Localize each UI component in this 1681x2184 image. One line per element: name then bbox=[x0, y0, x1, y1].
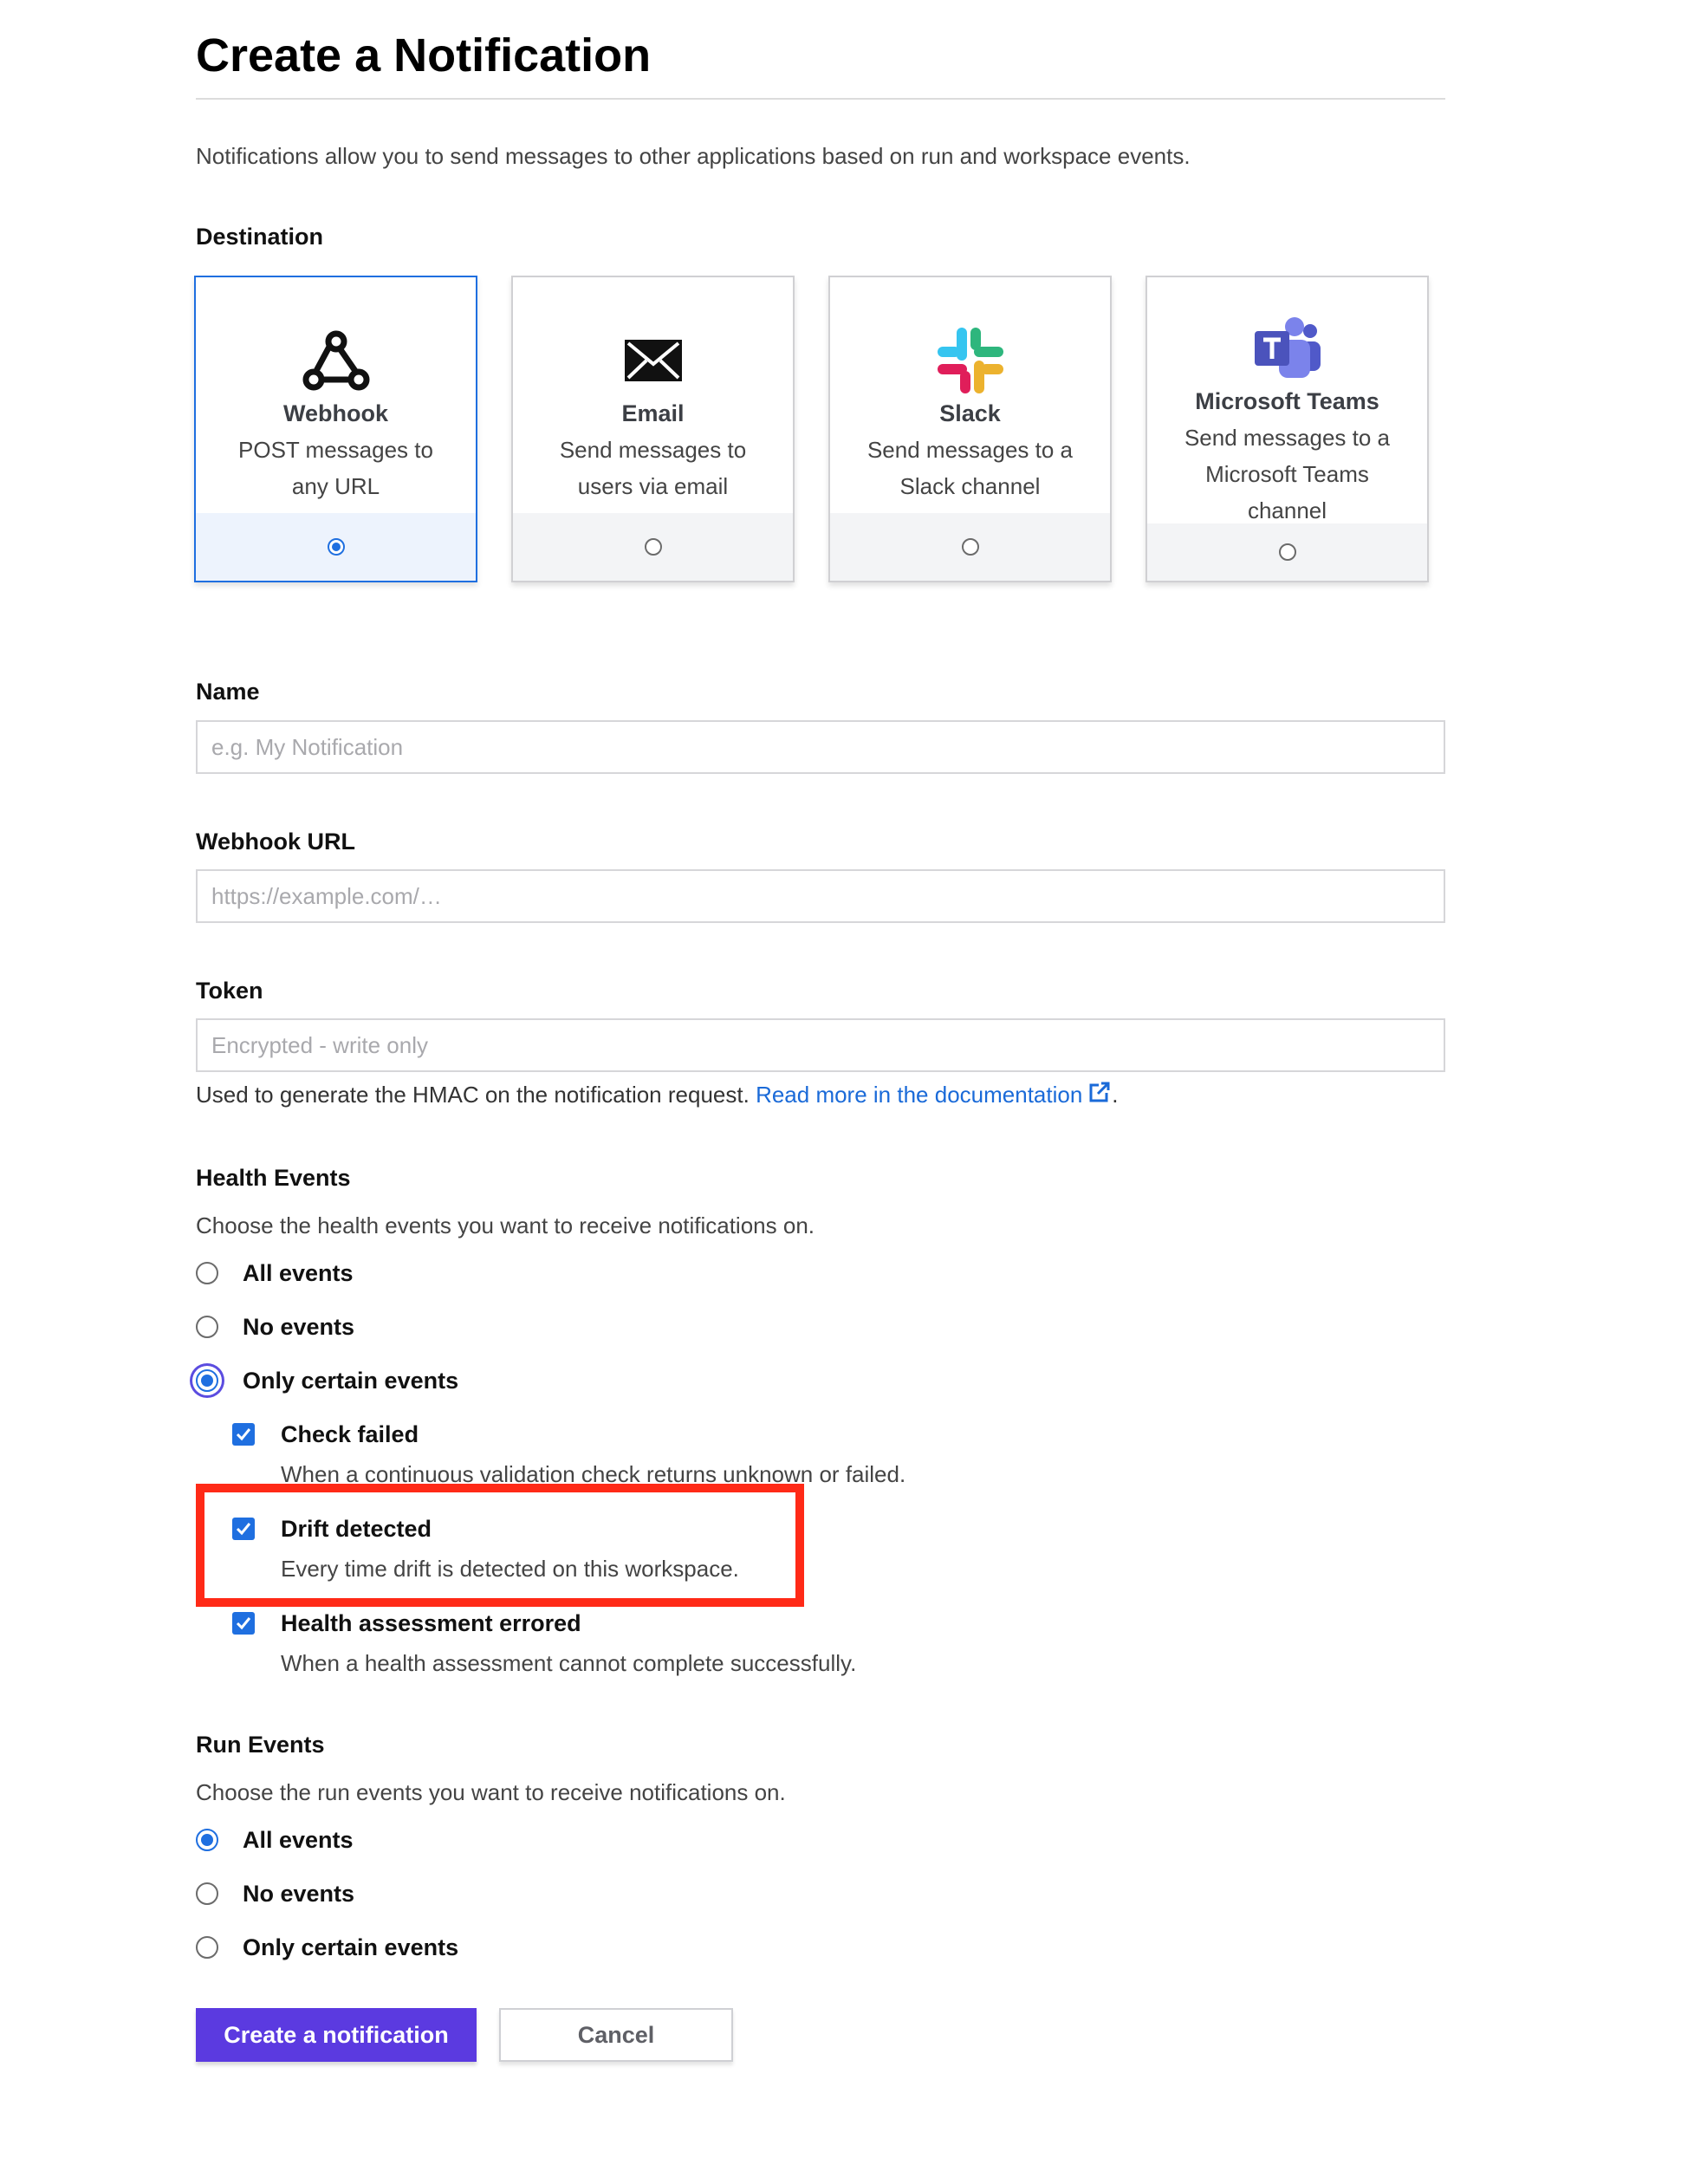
slack-icon bbox=[830, 324, 1110, 397]
documentation-link[interactable]: Read more in the documentation bbox=[756, 1082, 1112, 1108]
health-events-heading: Health Events bbox=[196, 1165, 351, 1191]
cancel-button[interactable]: Cancel bbox=[499, 2008, 733, 2062]
destination-card-teams[interactable]: Microsoft Teams Send messages to a Micro… bbox=[1146, 276, 1429, 582]
run-events-description: Choose the run events you want to receiv… bbox=[196, 1779, 786, 1805]
health-option-none[interactable]: No events bbox=[196, 1310, 354, 1344]
microsoft-teams-icon bbox=[1147, 312, 1427, 385]
card-title: Slack bbox=[939, 400, 1001, 426]
card-title: Webhook bbox=[283, 400, 388, 426]
token-label: Token bbox=[196, 978, 263, 1004]
card-description: POST messages to any URL bbox=[238, 437, 433, 499]
webhook-url-input[interactable] bbox=[196, 869, 1445, 923]
checkbox-checked-icon[interactable] bbox=[232, 1423, 255, 1446]
page-title: Create a Notification bbox=[196, 29, 652, 81]
health-none-radio[interactable] bbox=[196, 1316, 218, 1338]
run-only-certain-radio[interactable] bbox=[196, 1936, 218, 1959]
run-option-none[interactable]: No events bbox=[196, 1876, 354, 1911]
envelope-icon bbox=[513, 324, 793, 397]
page-intro: Notifications allow you to send messages… bbox=[196, 143, 1191, 169]
checkbox-health-assessment-errored[interactable]: Health assessment errored bbox=[232, 1606, 581, 1641]
checkbox-check-failed[interactable]: Check failed bbox=[232, 1417, 419, 1452]
title-divider bbox=[196, 98, 1445, 100]
webhook-url-label: Webhook URL bbox=[196, 829, 355, 855]
card-description: Send messages to a Slack channel bbox=[866, 437, 1074, 499]
token-help: Used to generate the HMAC on the notific… bbox=[196, 1077, 1119, 1114]
health-option-only-certain[interactable]: Only certain events bbox=[196, 1363, 458, 1398]
webhook-radio[interactable] bbox=[327, 538, 345, 556]
slack-radio[interactable] bbox=[961, 538, 979, 556]
destination-card-slack[interactable]: Slack Send messages to a Slack channel bbox=[828, 276, 1112, 582]
run-all-radio[interactable] bbox=[196, 1829, 218, 1851]
token-input[interactable] bbox=[196, 1018, 1445, 1072]
health-option-all[interactable]: All events bbox=[196, 1256, 354, 1290]
health-all-radio[interactable] bbox=[196, 1262, 218, 1284]
teams-radio[interactable] bbox=[1278, 543, 1296, 561]
health-only-certain-radio[interactable] bbox=[196, 1369, 218, 1392]
external-link-icon bbox=[1087, 1079, 1112, 1114]
run-events-heading: Run Events bbox=[196, 1732, 325, 1758]
health-events-description: Choose the health events you want to rec… bbox=[196, 1212, 815, 1238]
run-option-all[interactable]: All events bbox=[196, 1823, 354, 1857]
card-description: Send messages to users via email bbox=[559, 437, 747, 499]
email-radio[interactable] bbox=[644, 538, 662, 556]
annotation-highlight-box bbox=[196, 1484, 804, 1607]
name-input[interactable] bbox=[196, 720, 1445, 774]
checkbox-checked-icon[interactable] bbox=[232, 1612, 255, 1635]
card-description: Send messages to a Microsoft Teams chann… bbox=[1184, 425, 1391, 523]
webhook-icon bbox=[196, 324, 476, 397]
destination-card-email[interactable]: Email Send messages to users via email bbox=[511, 276, 795, 582]
destination-label: Destination bbox=[196, 224, 324, 250]
run-none-radio[interactable] bbox=[196, 1882, 218, 1905]
checkbox-description: When a health assessment cannot complete… bbox=[281, 1650, 857, 1676]
card-title: Microsoft Teams bbox=[1195, 388, 1379, 414]
card-title: Email bbox=[621, 400, 685, 426]
run-option-only-certain[interactable]: Only certain events bbox=[196, 1930, 458, 1965]
create-notification-button[interactable]: Create a notification bbox=[196, 2008, 477, 2062]
name-label: Name bbox=[196, 679, 260, 705]
destination-card-webhook[interactable]: Webhook POST messages to any URL bbox=[194, 276, 477, 582]
